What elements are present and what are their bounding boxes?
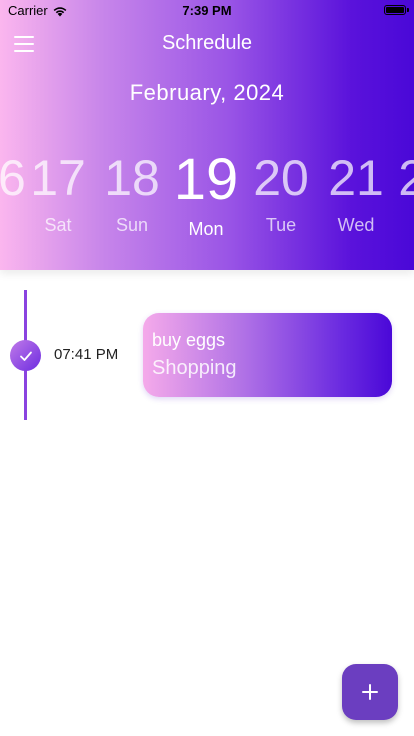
- weekday-label: Sat: [44, 215, 72, 235]
- date-number: 21: [328, 150, 384, 206]
- weekday-label: Wed: [337, 215, 375, 235]
- date-number: 22: [398, 150, 414, 206]
- date-item-18[interactable]: 18 Sun: [92, 153, 172, 236]
- date-item-19-selected[interactable]: 19 Mon: [166, 151, 246, 240]
- event-card[interactable]: buy eggs Shopping: [143, 313, 392, 397]
- status-bar: Carrier 7:39 PM: [0, 0, 414, 22]
- header: Carrier 7:39 PM Schredule February, 2024…: [0, 0, 414, 270]
- weekday-label: Sun: [115, 215, 149, 235]
- add-event-button[interactable]: [342, 664, 398, 720]
- date-item-22[interactable]: 22: [386, 153, 414, 203]
- date-number: 18: [104, 150, 160, 206]
- checkmark-glyph: [19, 351, 32, 361]
- date-item-17[interactable]: 17 Sat: [18, 153, 98, 236]
- status-time: 7:39 PM: [182, 3, 232, 18]
- date-number: 20: [253, 150, 309, 206]
- event-title: buy eggs: [152, 330, 226, 350]
- date-number: 17: [30, 150, 86, 206]
- weekday-label: Tue: [265, 215, 297, 235]
- event-category: Shopping: [152, 357, 237, 379]
- date-item-20[interactable]: 20 Tue: [241, 153, 321, 236]
- check-icon[interactable]: [10, 340, 41, 371]
- date-item-21[interactable]: 21 Wed: [316, 153, 396, 236]
- battery-icon: [384, 5, 409, 15]
- page-title: Schredule: [161, 32, 253, 54]
- month-label: February, 2024: [129, 80, 285, 105]
- event-time: 07:41 PM: [54, 346, 119, 363]
- weekday-label: Mon: [188, 219, 224, 239]
- date-number: 19: [173, 147, 239, 212]
- plus-icon: [362, 684, 378, 700]
- schedule-screen: Carrier 7:39 PM Schredule February, 2024…: [0, 0, 414, 736]
